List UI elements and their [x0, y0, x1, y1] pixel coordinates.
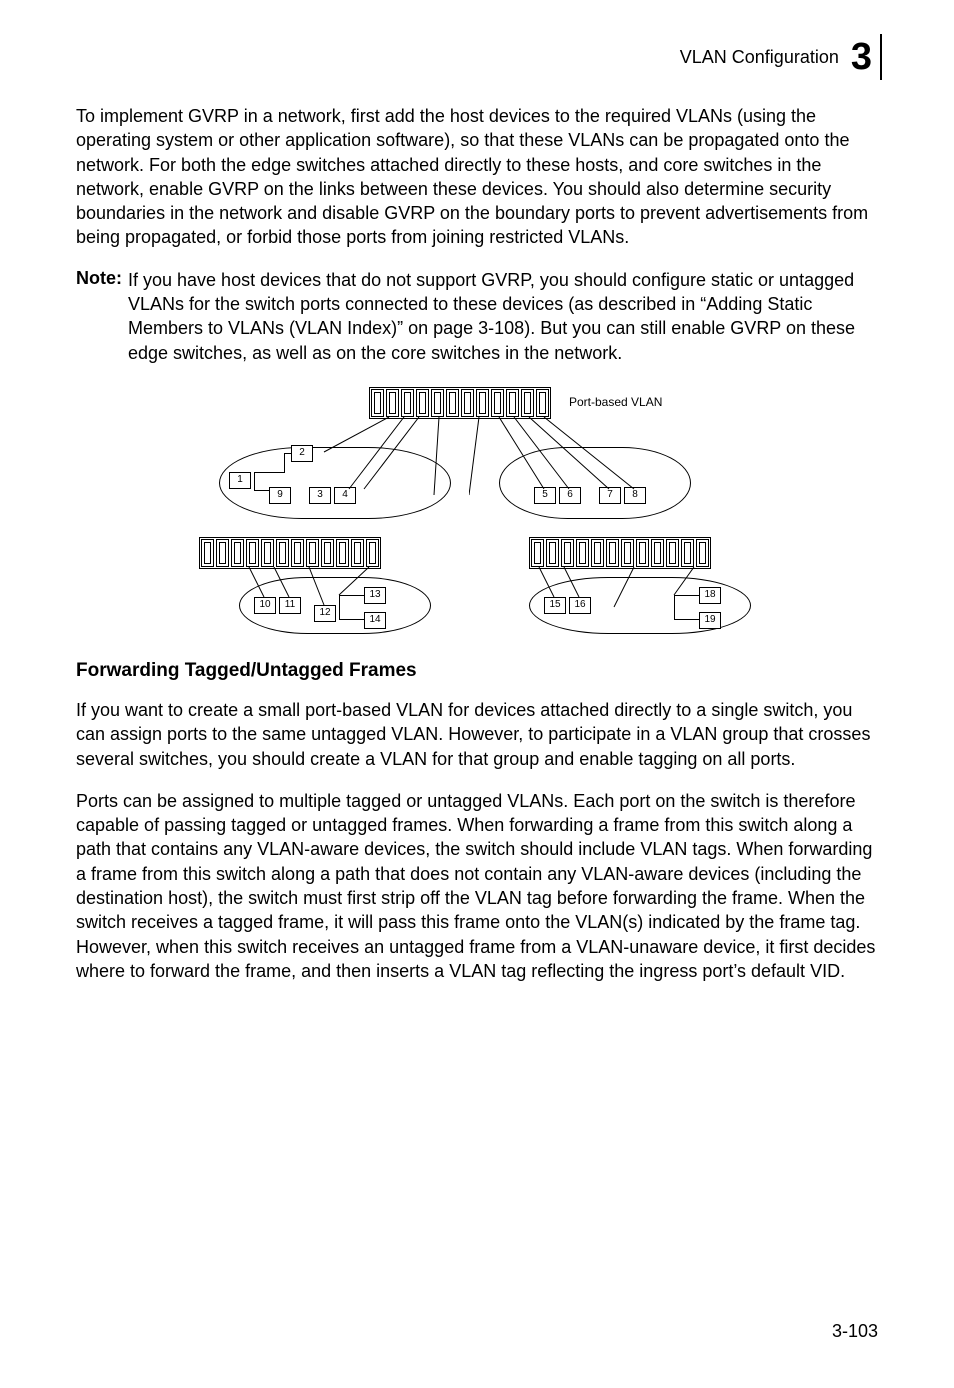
port-1: 1 [229, 472, 251, 489]
br-links [534, 567, 734, 617]
intro-paragraph: To implement GVRP in a network, first ad… [76, 104, 882, 250]
note-text: If you have host devices that do not sup… [128, 268, 882, 365]
right-links [469, 417, 669, 497]
section-p2: If you want to create a small port-based… [76, 698, 882, 771]
chapter-number: 3 [851, 36, 872, 78]
section-heading: Forwarding Tagged/Untagged Frames [76, 660, 882, 682]
page-header: VLAN Configuration 3 [76, 38, 882, 76]
vlan-diagram: Port-based VLAN 1 2 9 3 4 5 6 7 8 [199, 387, 759, 632]
left-links [294, 417, 454, 497]
chapter-wrap: 3 [851, 38, 882, 76]
header-title: VLAN Configuration [680, 47, 839, 68]
section-p3: Ports can be assigned to multiple tagged… [76, 789, 882, 983]
switch-top [369, 387, 551, 419]
port-9: 9 [269, 487, 291, 504]
note-label: Note: [76, 268, 122, 365]
switch-bottom-right [529, 537, 711, 569]
diagram-label: Port-based VLAN [569, 395, 662, 409]
page-number: 3-103 [832, 1321, 878, 1342]
note-block: Note: If you have host devices that do n… [76, 268, 882, 365]
bl-links [239, 567, 399, 617]
switch-bottom-left [199, 537, 381, 569]
